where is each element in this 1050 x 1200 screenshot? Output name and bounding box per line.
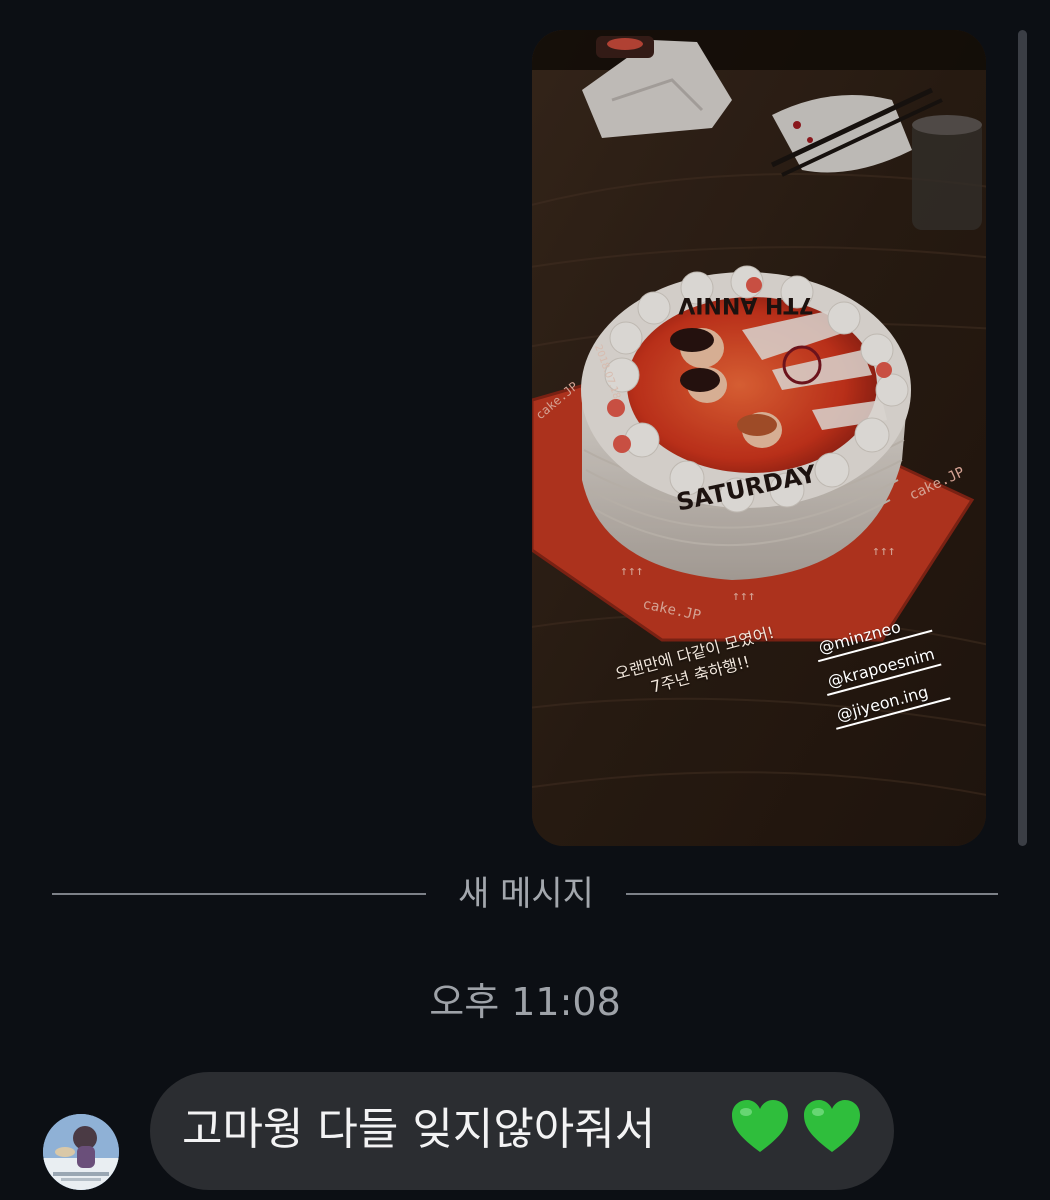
message-text: 고마웡 다들 잊지않아줘서: [182, 1104, 656, 1155]
message-timestamp: 오후 11:08: [429, 980, 621, 1024]
green-heart-icon: [804, 1100, 860, 1152]
cake-photo: cake.JP cake.JP cake.JP ↑↑↑ ↑↑↑ ↑↑↑ 7TH …: [532, 30, 986, 846]
divider-label: 새 메시지: [458, 874, 594, 914]
message-bubble[interactable]: 고마웡 다들 잊지않아줘서: [150, 1072, 894, 1190]
message-emoji: [730, 1098, 862, 1154]
scrollbar[interactable]: [1018, 30, 1027, 846]
divider-line: [52, 893, 426, 895]
green-heart-icon: [732, 1100, 788, 1152]
divider-line: [626, 893, 998, 895]
chat-screen: cake.JP cake.JP cake.JP ↑↑↑ ↑↑↑ ↑↑↑ 7TH …: [0, 0, 1050, 1200]
avatar[interactable]: [43, 1114, 119, 1190]
shared-story-image[interactable]: cake.JP cake.JP cake.JP ↑↑↑ ↑↑↑ ↑↑↑ 7TH …: [532, 30, 986, 846]
new-messages-divider: 새 메시지: [52, 868, 998, 920]
avatar-image: [43, 1114, 119, 1190]
